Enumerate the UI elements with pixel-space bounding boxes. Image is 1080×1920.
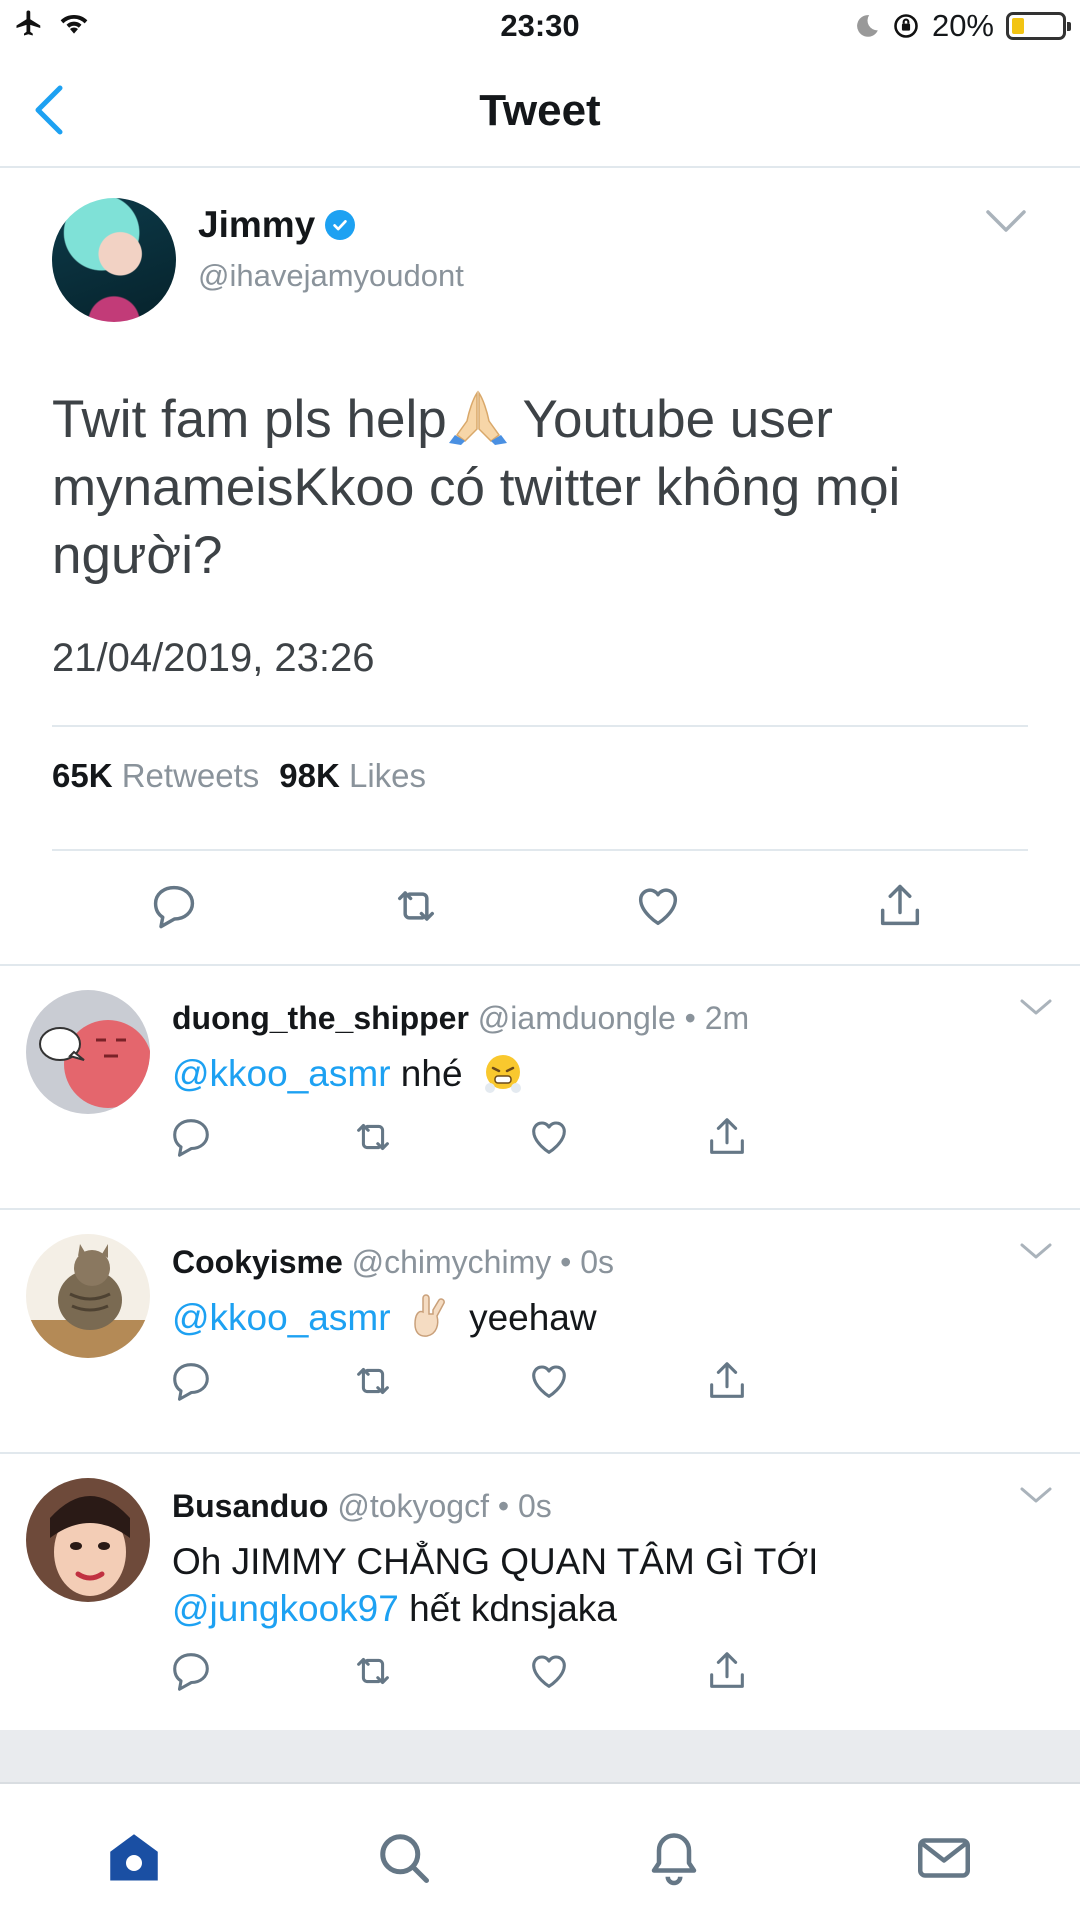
reply-text-body: hết kdnsjaka (398, 1588, 617, 1629)
chevron-down-icon[interactable] (1018, 996, 1054, 1018)
heart-icon[interactable] (632, 880, 684, 932)
search-icon[interactable] (374, 1828, 434, 1888)
retweets-stat[interactable]: 65K Retweets (52, 757, 259, 795)
tweet-actions (0, 880, 1080, 960)
love-you-gesture-emoji-icon (414, 1294, 445, 1337)
home-icon[interactable] (104, 1828, 164, 1888)
reply-header: Cookyisme @chimychimy • 0s (172, 1244, 614, 1281)
mention-link[interactable]: @jungkook97 (172, 1588, 399, 1629)
heart-icon[interactable] (526, 1648, 572, 1694)
reply-item[interactable]: Busanduo @tokyogcf • 0s Oh JIMMY CHẲNG Q… (0, 1454, 1080, 1730)
retweets-label: Retweets (121, 757, 260, 794)
reply-meta: @chimychimy • 0s (351, 1244, 615, 1280)
folded-hands-emoji-icon (448, 390, 507, 445)
avatar[interactable] (26, 1478, 150, 1602)
face-with-steam-emoji-icon (484, 1055, 521, 1093)
rotation-lock-icon (894, 14, 918, 38)
tab-bar (0, 1782, 1080, 1920)
reply-header: Busanduo @tokyogcf • 0s (172, 1488, 552, 1525)
heart-icon[interactable] (526, 1114, 572, 1160)
reply-text: @kkoo_asmr yeehaw (172, 1294, 1032, 1341)
main-tweet: Jimmy @ihavejamyoudont Twit fam pls help… (0, 168, 1080, 966)
reply-meta: @tokyogcf • 0s (337, 1488, 552, 1524)
battery-icon (1006, 12, 1071, 40)
status-bar: 23:30 20% (0, 0, 1080, 54)
retweet-icon[interactable] (350, 1358, 396, 1404)
chevron-down-icon[interactable] (1018, 1240, 1054, 1262)
avatar[interactable] (26, 990, 150, 1114)
reply-text: @kkoo_asmr nhé (172, 1050, 1032, 1097)
chevron-down-icon[interactable] (984, 206, 1028, 236)
tweet-stats: 65K Retweets 98K Likes (52, 757, 426, 795)
retweet-icon[interactable] (350, 1648, 396, 1694)
list-end-spacer (0, 1730, 1080, 1782)
reply-icon[interactable] (168, 1114, 214, 1160)
messages-icon[interactable] (914, 1828, 974, 1888)
likes-count: 98K (279, 757, 340, 794)
reply-author-name[interactable]: Cookyisme (172, 1244, 343, 1280)
moon-icon (857, 15, 878, 37)
author-name: Jimmy (198, 204, 316, 245)
chevron-down-icon[interactable] (1018, 1484, 1054, 1506)
retweet-icon[interactable] (390, 880, 442, 932)
battery-percent: 20% (931, 8, 994, 43)
verified-badge-icon (325, 210, 356, 240)
reply-author-name[interactable]: Busanduo (172, 1488, 328, 1524)
share-icon[interactable] (874, 880, 926, 932)
retweet-icon[interactable] (350, 1114, 396, 1160)
share-icon[interactable] (704, 1648, 750, 1694)
author-handle: @ihavejamyoudont (198, 258, 464, 293)
tweet-timestamp: 21/04/2019, 23:26 (52, 636, 375, 680)
author-name-row[interactable]: Jimmy (198, 204, 356, 246)
avatar[interactable] (26, 1234, 150, 1358)
reply-item[interactable]: duong_the_shipper @iamduongle • 2m @kkoo… (0, 966, 1080, 1210)
page-title: Tweet (479, 86, 601, 135)
tweet-text-part1: Twit fam pls help (52, 390, 447, 449)
avatar[interactable] (52, 198, 176, 322)
reply-text-body: yeehaw (458, 1297, 597, 1338)
status-right: 20% (854, 8, 1071, 44)
retweets-count: 65K (52, 757, 113, 794)
tweet-text: Twit fam pls help Youtube user mynameisK… (52, 386, 1012, 590)
reply-item[interactable]: Cookyisme @chimychimy • 0s @kkoo_asmr ye… (0, 1210, 1080, 1454)
reply-text-body: nhé (390, 1053, 463, 1094)
mention-link[interactable]: @kkoo_asmr (172, 1297, 391, 1338)
reply-author-name[interactable]: duong_the_shipper (172, 1000, 469, 1036)
mention-link[interactable]: @kkoo_asmr (172, 1053, 391, 1094)
reply-meta: @iamduongle • 2m (477, 1000, 750, 1036)
reply-icon[interactable] (168, 1648, 214, 1694)
reply-icon[interactable] (148, 880, 200, 932)
share-icon[interactable] (704, 1358, 750, 1404)
nav-bar: Tweet (0, 54, 1080, 168)
share-icon[interactable] (704, 1114, 750, 1160)
heart-icon[interactable] (526, 1358, 572, 1404)
notifications-icon[interactable] (644, 1828, 704, 1888)
likes-label: Likes (349, 757, 427, 794)
reply-text: Oh JIMMY CHẲNG QUAN TÂM GÌ TỚI @jungkook… (172, 1538, 1032, 1632)
reply-text-line1: Oh JIMMY CHẲNG QUAN TÂM GÌ TỚI (172, 1541, 819, 1582)
divider (52, 849, 1028, 851)
reply-header: duong_the_shipper @iamduongle • 2m (172, 1000, 749, 1037)
likes-stat[interactable]: 98K Likes (279, 757, 426, 795)
reply-icon[interactable] (168, 1358, 214, 1404)
divider (52, 725, 1028, 727)
